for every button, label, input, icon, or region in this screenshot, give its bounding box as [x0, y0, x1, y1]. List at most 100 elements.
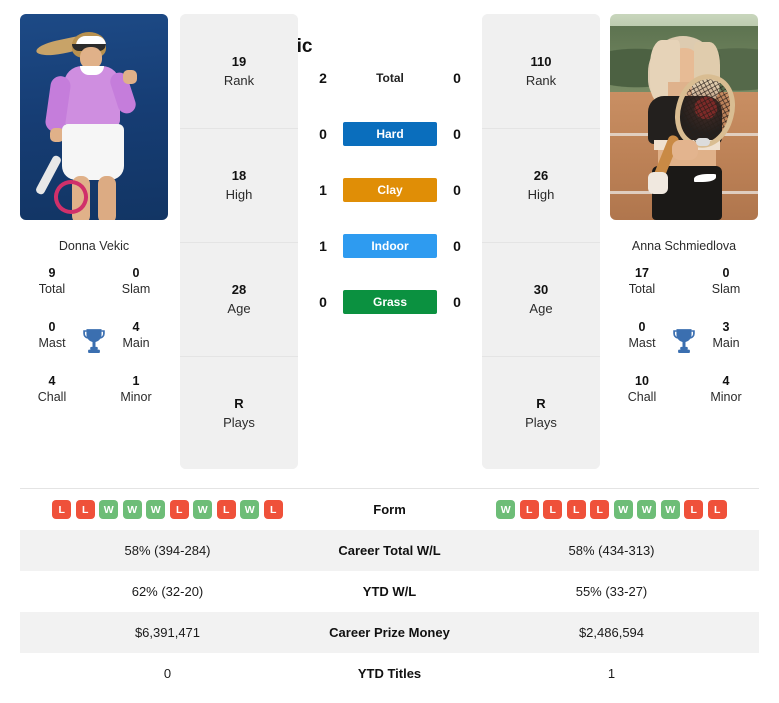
titles-mast-left: 0 Mast [38, 320, 66, 350]
player-caption-left: Donna Vekic [58, 239, 130, 253]
table-row: L L W W W L W L W L Form W L L L L W W W L L [20, 489, 759, 530]
surface-badge-grass[interactable]: Grass [343, 290, 437, 314]
stat-rank-left: 19 Rank [180, 14, 298, 128]
table-cell-left: $6,391,471 [134, 625, 201, 640]
form-badge-loss[interactable]: L [684, 500, 704, 519]
form-badge-win[interactable]: W [193, 500, 213, 519]
table-cell-left: 0 [163, 666, 172, 681]
stat-high-right: 26 High [482, 128, 600, 242]
h2h-score-right: 0 [453, 182, 461, 198]
titles-main-right: 3 Main [712, 320, 740, 350]
h2h-row-clay: 1 Clay 0 [300, 162, 480, 218]
form-badge-loss[interactable]: L [707, 500, 727, 519]
table-row: 0 YTD Titles 1 [20, 653, 759, 694]
h2h-label-total: Total [376, 71, 404, 85]
h2h-score-left: 0 [319, 294, 327, 310]
form-badge-win[interactable]: W [637, 500, 657, 519]
photo-canvas-right [610, 14, 758, 220]
form-badge-win[interactable]: W [99, 500, 119, 519]
table-row-label: Career Total W/L [338, 543, 441, 558]
h2h-score-left: 1 [319, 182, 327, 198]
titles-mast-right: 0 Mast [628, 320, 656, 350]
table-row: 62% (32-20) YTD W/L 55% (33-27) [20, 571, 759, 612]
stat-plays-left: R Plays [180, 356, 298, 469]
comparison-header: Donna Vekic Anna Schmiedlova Donna Vekic… [0, 0, 779, 478]
table-row: $6,391,471 Career Prize Money $2,486,594 [20, 612, 759, 653]
h2h-score-right: 0 [453, 70, 461, 86]
h2h-score-right: 0 [453, 126, 461, 142]
table-cell-right: 58% (434-313) [568, 543, 655, 558]
form-badge-win[interactable]: W [122, 500, 142, 519]
surface-badge-indoor[interactable]: Indoor [343, 234, 437, 258]
form-badge-loss[interactable]: L [566, 500, 586, 519]
table-row-label: YTD Titles [357, 666, 422, 681]
head-to-head-list: 2 Total 0 0 Hard 0 1 Clay 0 1 Indoor 0 0 Grass 0 [300, 50, 480, 330]
form-badge-loss[interactable]: L [52, 500, 72, 519]
stats-panel-left: 19 Rank 18 High 28 Age R Plays [180, 14, 298, 469]
table-cell-right: $2,486,594 [578, 625, 645, 640]
table-row-label: Form [373, 502, 406, 517]
form-badge-loss[interactable]: L [263, 500, 283, 519]
form-badge-win[interactable]: W [660, 500, 680, 519]
stat-plays-right: R Plays [482, 356, 600, 469]
titles-chall-left: 4 Chall [37, 374, 67, 404]
titles-row: 9 Total 0 Slam [20, 265, 168, 319]
h2h-row-grass: 0 Grass 0 [300, 274, 480, 330]
table-cell-right: 55% (33-27) [575, 584, 648, 599]
surface-badge-clay[interactable]: Clay [343, 178, 437, 202]
form-badges-left: LLWWWLWLWL [20, 500, 315, 519]
h2h-score-left: 1 [319, 238, 327, 254]
table-cell-left: 62% (32-20) [131, 584, 204, 599]
player-photo-right[interactable] [610, 14, 758, 220]
titles-total-right: 17 Total [628, 266, 656, 296]
form-badges-right: WLLLLWWWLL [464, 500, 759, 519]
trophy-icon [673, 329, 695, 354]
player-comparison-page: Donna Vekic Anna Schmiedlova Donna Vekic… [0, 0, 779, 703]
surface-badge-hard[interactable]: Hard [343, 122, 437, 146]
table-cell-right: 1 [607, 666, 616, 681]
form-badge-loss[interactable]: L [590, 500, 610, 519]
h2h-score-right: 0 [453, 238, 461, 254]
titles-total-left: 9 Total [38, 266, 66, 296]
table-cell-left: 58% (394-284) [124, 543, 211, 558]
form-badge-win[interactable]: W [613, 500, 633, 519]
form-badge-win[interactable]: W [496, 500, 516, 519]
titles-main-left: 4 Main [122, 320, 150, 350]
h2h-row-total: 2 Total 0 [300, 50, 480, 106]
titles-slam-left: 0 Slam [121, 266, 151, 296]
stats-panel-right: 110 Rank 26 High 30 Age R Plays [482, 14, 600, 469]
h2h-score-left: 0 [319, 126, 327, 142]
h2h-score-right: 0 [453, 294, 461, 310]
titles-block-right: 17 Total 0 Slam 0 Mast 3 Main 10 Chall 4… [610, 265, 758, 427]
titles-row: 10 Chall 4 Minor [610, 373, 758, 427]
titles-row: 4 Chall 1 Minor [20, 373, 168, 427]
h2h-score-left: 2 [319, 70, 327, 86]
photo-canvas-left [20, 14, 168, 220]
form-badge-loss[interactable]: L [543, 500, 563, 519]
stat-rank-right: 110 Rank [482, 14, 600, 128]
player-photo-left[interactable] [20, 14, 168, 220]
h2h-row-indoor: 1 Indoor 0 [300, 218, 480, 274]
table-row-label: YTD W/L [362, 584, 417, 599]
table-row-label: Career Prize Money [329, 625, 450, 640]
stat-high-left: 18 High [180, 128, 298, 242]
titles-slam-right: 0 Slam [711, 266, 741, 296]
trophy-icon [83, 329, 105, 354]
form-badge-win[interactable]: W [146, 500, 166, 519]
player-caption-right: Anna Schmiedlova [631, 239, 737, 253]
form-badge-loss[interactable]: L [75, 500, 95, 519]
titles-row: 0 Mast 4 Main [20, 319, 168, 373]
comparison-table: L L W W W L W L W L Form W L L L L W W W L L 58% (394-284) Car… [20, 488, 759, 694]
h2h-row-hard: 0 Hard 0 [300, 106, 480, 162]
titles-minor-right: 4 Minor [710, 374, 742, 404]
titles-block-left: 9 Total 0 Slam 0 Mast 4 Main 4 Chall 1 M… [20, 265, 168, 427]
form-badge-loss[interactable]: L [519, 500, 539, 519]
form-badge-loss[interactable]: L [216, 500, 236, 519]
titles-row: 17 Total 0 Slam [610, 265, 758, 319]
titles-chall-right: 10 Chall [627, 374, 657, 404]
stat-age-right: 30 Age [482, 242, 600, 356]
form-badge-win[interactable]: W [240, 500, 260, 519]
table-row: 58% (394-284) Career Total W/L 58% (434-31… [20, 530, 759, 571]
form-badge-loss[interactable]: L [169, 500, 189, 519]
titles-row: 0 Mast 3 Main [610, 319, 758, 373]
